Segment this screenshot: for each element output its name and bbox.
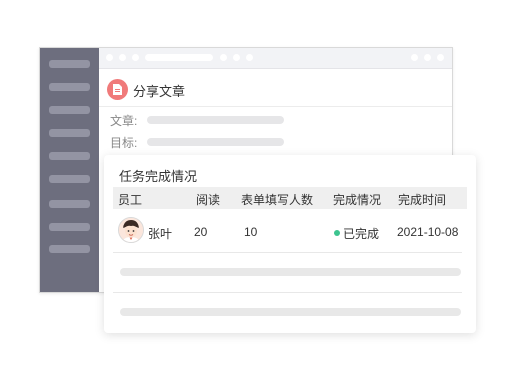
address-bar-placeholder	[145, 54, 213, 61]
reads-value: 20	[194, 225, 208, 239]
status-dot	[334, 230, 340, 236]
top-bar	[99, 48, 452, 69]
placeholder-row	[120, 308, 461, 316]
sidebar-item[interactable]	[49, 175, 90, 183]
card-title: 任务完成情况	[119, 169, 198, 184]
window-dot	[119, 54, 126, 61]
task-completion-card: 任务完成情况 员工 阅读 表单填写人数 完成情况 完成时间 张叶 20 10 已…	[104, 155, 476, 333]
share-article-title: 分享文章	[133, 84, 186, 99]
table-row[interactable]: 张叶 20 10 已完成 2021-10-08	[113, 213, 467, 251]
row-divider	[113, 292, 462, 293]
sidebar-item[interactable]	[49, 129, 90, 137]
window-dot	[220, 54, 227, 61]
column-header-form-fills: 表单填写人数	[241, 193, 314, 207]
completed-time-value: 2021-10-08	[397, 225, 459, 239]
column-header-reads: 阅读	[196, 193, 221, 207]
sidebar-item[interactable]	[49, 83, 90, 91]
sidebar	[40, 48, 99, 292]
column-header-status: 完成情况	[333, 193, 382, 207]
sidebar-item[interactable]	[49, 152, 90, 160]
sidebar-item[interactable]	[49, 106, 90, 114]
placeholder-row	[120, 268, 461, 276]
form-fills-value: 10	[244, 225, 258, 239]
target-label: 目标:	[110, 136, 138, 150]
window-dot	[424, 54, 431, 61]
avatar	[118, 217, 144, 243]
sidebar-item[interactable]	[49, 223, 90, 231]
column-header-employee: 员工	[118, 193, 143, 207]
employee-name: 张叶	[148, 227, 173, 241]
status-value: 已完成	[343, 227, 380, 241]
row-divider	[113, 252, 462, 253]
sidebar-item[interactable]	[49, 245, 90, 253]
column-header-completed-time: 完成时间	[398, 193, 447, 207]
window-dot	[411, 54, 418, 61]
table-header: 员工 阅读 表单填写人数 完成情况 完成时间	[113, 187, 467, 209]
share-article-header: 分享文章	[99, 68, 452, 107]
target-field[interactable]	[147, 138, 284, 146]
article-field[interactable]	[147, 116, 284, 124]
sidebar-item[interactable]	[49, 60, 90, 68]
document-icon	[107, 79, 128, 100]
sidebar-item[interactable]	[49, 200, 90, 208]
window-dot	[106, 54, 113, 61]
window-dot	[437, 54, 444, 61]
window-dot	[246, 54, 253, 61]
window-dot	[132, 54, 139, 61]
window-dot	[233, 54, 240, 61]
article-label: 文章:	[110, 114, 138, 128]
